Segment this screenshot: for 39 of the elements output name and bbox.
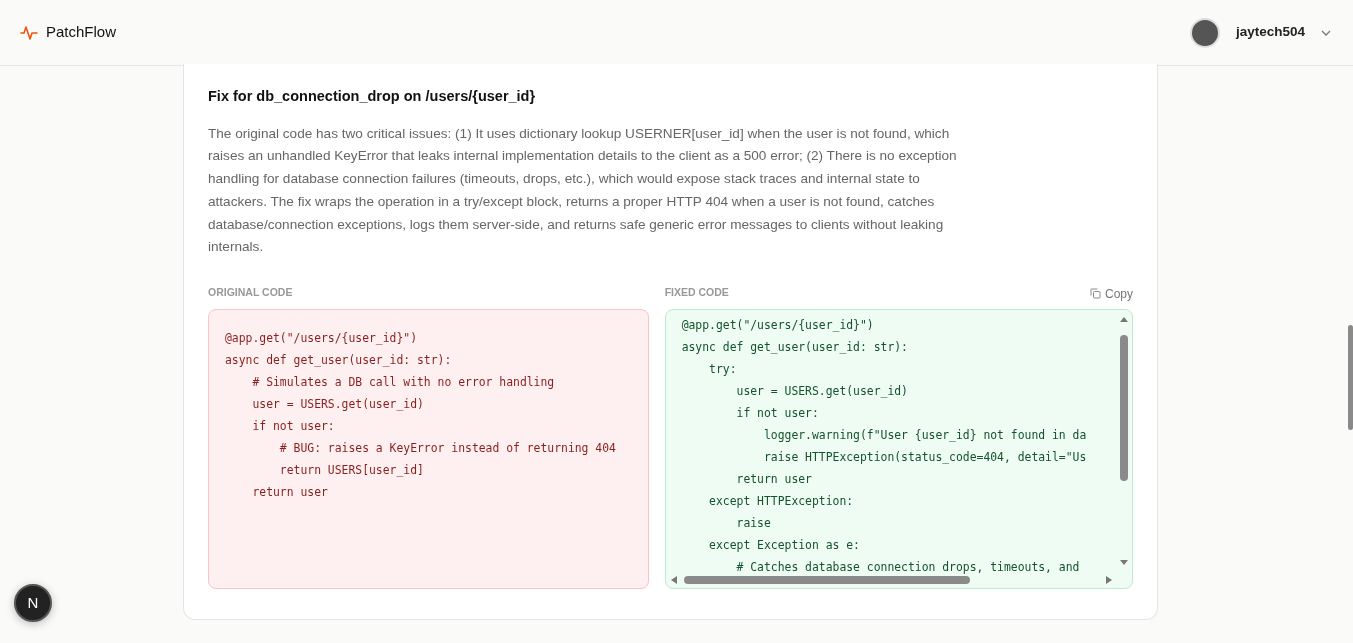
code-line: @app.get("/users/{user_id}") bbox=[681, 316, 875, 334]
code-line: async def get_user(user_id: str): bbox=[225, 351, 453, 369]
panel-label: FIXED CODE bbox=[664, 284, 729, 300]
scroll-right-icon[interactable] bbox=[1106, 575, 1112, 584]
dev-tools-button[interactable]: N bbox=[14, 584, 52, 622]
code-line: return user bbox=[251, 483, 329, 501]
code-line: if not user: bbox=[735, 404, 820, 422]
panel-label: ORIGINAL CODE bbox=[208, 284, 293, 300]
code-line: try: bbox=[708, 360, 738, 378]
code-line: # Catches database connection drops, timeouts, and bbox=[735, 558, 1081, 576]
fix-explanation: The original code has two critical issues: (1) It uses dictionary lookup USERNER[user_id] when the user is not found, which raises an unhandled KeyError that leaks internal implementation details to the client as a 500 error; (2) There is no exception handling for database connection failures (timeouts, drops, etc.), which would expose stack traces and internal state to attackers. The fix wraps the operation in a try/except block, returns a proper HTTP 404 when a user is not found, catches database/connection exceptions, logs them server-side, and returns safe generic error messages to clients without leaking internals. bbox=[208, 124, 958, 257]
chevron-down-icon bbox=[1321, 29, 1331, 36]
scroll-up-icon[interactable] bbox=[1120, 315, 1128, 322]
code-line: user = USERS.get(user_id) bbox=[735, 382, 909, 400]
page-scrollbar-thumb[interactable] bbox=[1348, 325, 1353, 430]
code-line: if not user: bbox=[251, 417, 336, 435]
scroll-left-icon[interactable] bbox=[670, 575, 677, 584]
scrollbar-thumb[interactable] bbox=[683, 575, 970, 584]
code-line: async def get_user(user_id: str): bbox=[681, 338, 909, 356]
code-line: raise HTTPException(status_code=404, detail="Us bbox=[762, 448, 1088, 466]
code-line: logger.warning(f"User {user_id} not found in da bbox=[762, 426, 1088, 444]
code-line: user = USERS.get(user_id) bbox=[251, 395, 425, 413]
brand-name[interactable]: PatchFlow bbox=[46, 21, 117, 44]
code-line: return user bbox=[735, 470, 813, 488]
code-line: # BUG: raises a KeyError instead of returning 404 bbox=[278, 439, 617, 457]
code-line: # Simulates a DB call with no error handling bbox=[251, 373, 556, 391]
code-line: @app.get("/users/{user_id}") bbox=[225, 329, 419, 347]
user-menu[interactable]: jaytech504 bbox=[1189, 17, 1331, 48]
copy-button[interactable]: Copy bbox=[1090, 284, 1133, 303]
pulse-icon bbox=[20, 24, 38, 41]
fix-title: Fix for db_connection_drop on /users/{user_id} bbox=[208, 87, 537, 106]
code-line: return USERS[user_id] bbox=[278, 461, 425, 479]
avatar bbox=[1189, 17, 1220, 48]
scroll-down-icon[interactable] bbox=[1120, 559, 1128, 566]
copy-icon bbox=[1090, 288, 1101, 300]
code-line: except HTTPException: bbox=[708, 492, 855, 510]
code-line: except Exception as e: bbox=[708, 536, 861, 554]
scrollbar-thumb[interactable] bbox=[1120, 334, 1128, 481]
code-line: raise bbox=[735, 514, 772, 532]
